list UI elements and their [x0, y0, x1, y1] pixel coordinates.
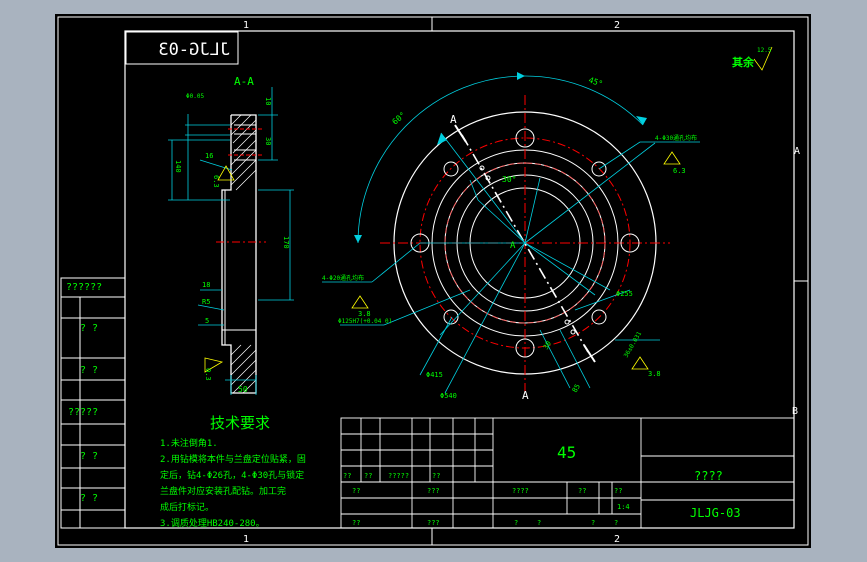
title-row-a-3: ????? — [388, 472, 409, 480]
title-cell-1: ???? — [512, 487, 529, 495]
tech-title: 技术要求 — [210, 414, 270, 432]
left-table-row-1: ?????? — [66, 282, 102, 293]
section-mark-a-bottom: A — [522, 389, 529, 402]
left-table-row-3: ? ? — [80, 365, 98, 376]
title-row-c-1: ?? — [352, 519, 360, 527]
tech-line-2: 2.用钻模将本件与兰盘定位贴紧，固 — [160, 453, 306, 465]
drawing-sheet — [55, 14, 811, 548]
dim-0-3: 0.3 — [204, 368, 212, 381]
title-bottom-2: ? — [537, 519, 541, 527]
holes-left-roughness: 3.8 — [358, 310, 371, 318]
dim-r5: R5 — [202, 298, 210, 306]
dia-255: Φ255 — [616, 290, 633, 298]
dim-30: 30 — [264, 137, 272, 145]
tech-line-3: 定后，钻4-Φ26孔，4-Φ30孔与锁定 — [160, 469, 304, 481]
title-bottom-1: ? — [514, 519, 518, 527]
tech-line-1: 1.未注倒角1. — [160, 437, 218, 449]
tech-line-5: 成后打标记。 — [160, 501, 214, 513]
zone-top-1: 1 — [243, 20, 249, 31]
zone-bottom-2: 2 — [614, 534, 620, 545]
zone-right-b: B — [792, 406, 798, 417]
title-bottom-4: ? — [614, 519, 618, 527]
title-row-b-1: ?? — [352, 487, 360, 495]
dim-140: 140 — [174, 160, 182, 173]
dim-50: 50 — [238, 385, 248, 394]
left-table-row-4: ????? — [68, 407, 98, 418]
title-cell-3: ?? — [614, 487, 622, 495]
zone-top-2: 2 — [614, 20, 620, 31]
title-bottom-3: ? — [591, 519, 595, 527]
title-part-name: ???? — [694, 469, 723, 483]
zone-bottom-1: 1 — [243, 534, 249, 545]
dim-phi-005: Φ0.05 — [186, 93, 204, 100]
roughness-value: 12.5 — [757, 47, 772, 54]
section-label: A-A — [234, 75, 254, 88]
holes-top-note: 4-Φ30通孔均布 — [655, 134, 697, 142]
title-material: 45 — [557, 443, 576, 462]
dim-170: 170 — [282, 236, 290, 249]
left-table-row-6: ? ? — [80, 493, 98, 504]
dim-10: 10 — [264, 97, 272, 105]
dim-16: 16 — [205, 152, 213, 160]
cad-drawing: 1 2 1 2 A B JLJG-03 ?????? ? ? ? ? ?????… — [55, 14, 811, 548]
left-table-row-5: ? ? — [80, 451, 98, 462]
dia-415: Φ415 — [426, 371, 443, 379]
dim-6-3: 6.3 — [212, 175, 220, 188]
holes-top-roughness: 6.3 — [673, 167, 686, 175]
title-row-a-2: ?? — [364, 472, 372, 480]
title-row-b-2: ??? — [427, 487, 440, 495]
title-cell-scale: 1:4 — [617, 503, 630, 511]
bore-note: Φ125H7(+0.04 0) — [338, 318, 392, 325]
zone-right-a: A — [794, 146, 800, 157]
title-row-c-2: ??? — [427, 519, 440, 527]
dim-5: 5 — [205, 317, 209, 325]
angle-inner: 30° — [502, 175, 516, 184]
tech-line-6: 3.调质处理HB240-280。 — [160, 517, 265, 529]
holes-left-note: 4-Φ20通孔均布 — [322, 274, 364, 282]
roughness-note: 其余 — [732, 55, 755, 69]
dim-36-roughness: 3.8 — [648, 370, 661, 378]
left-table-row-2: ? ? — [80, 323, 98, 334]
dia-540: Φ540 — [440, 392, 457, 400]
tech-line-4: 兰盘件对应安装孔配钻。加工完 — [160, 485, 286, 497]
title-cell-2: ?? — [578, 487, 586, 495]
section-mark-a-top: A — [450, 113, 457, 126]
title-row-a-1: ?? — [343, 472, 351, 480]
title-row-a-4: ?? — [432, 472, 440, 480]
dim-18: 18 — [202, 281, 210, 289]
title-drawing-no: JLJG-03 — [690, 506, 741, 520]
center-label: A — [510, 241, 516, 251]
mirrored-code: JLJG-03 — [158, 40, 230, 60]
